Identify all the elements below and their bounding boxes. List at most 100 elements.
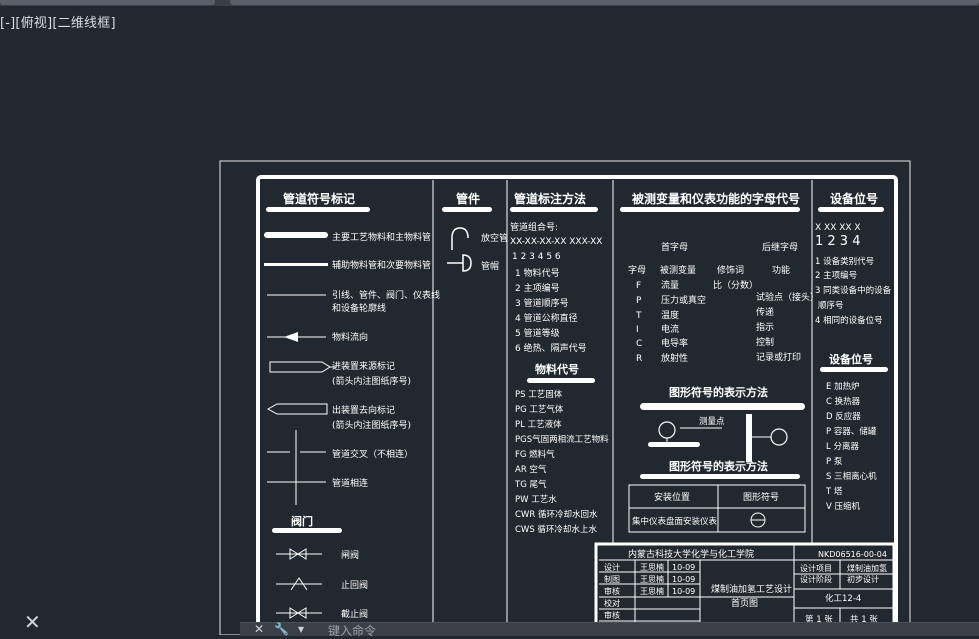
valve-label: 截止阀 xyxy=(341,608,368,620)
material-code: PW 工艺水 xyxy=(515,494,557,505)
title-block-name: 王思楠 xyxy=(640,586,664,596)
equipment-code: X XX XX X xyxy=(815,223,861,233)
equipment-tag-item: 顺序号 xyxy=(818,300,844,311)
process-line-symbol xyxy=(648,442,700,447)
svg-text:压力或真空: 压力或真空 xyxy=(661,294,706,306)
vent-pipe-icon xyxy=(451,227,469,250)
fitting-label: 管帽 xyxy=(481,260,499,272)
material-code: PGS气固两相流工艺物料 xyxy=(515,434,609,445)
letter-code-col-header: 功能 xyxy=(772,264,790,276)
title-block-role: 审核 xyxy=(604,586,620,596)
letter-code-heading: 后继字母 xyxy=(762,241,798,253)
chevron-down-icon[interactable]: ▾ xyxy=(298,622,304,636)
title-block-date: 10-09 xyxy=(672,563,695,572)
title-block-project: 煤制油加氢工艺设计 xyxy=(711,583,792,595)
equipment-code-item: T 塔 xyxy=(825,486,843,497)
header-underline xyxy=(620,207,800,212)
svg-text:流量: 流量 xyxy=(661,279,679,291)
equipment-code-item: P 容器、储罐 xyxy=(826,426,877,437)
svg-text:传递: 传递 xyxy=(756,306,774,318)
equipment-code-item: S 三相离心机 xyxy=(826,471,877,482)
title-block-role: 审核 xyxy=(604,610,620,620)
header-underline xyxy=(266,207,370,212)
pipe-symbol-label: 引线、管件、阀门、仪表线 xyxy=(332,289,440,301)
letter-code-row: R 放射性 记录或打印 xyxy=(636,351,801,364)
letter-code-col-header: 字母 xyxy=(628,264,646,276)
svg-text:试验点（接头）: 试验点（接头） xyxy=(756,291,819,303)
header-underline xyxy=(510,207,598,212)
letter-code-col-header: 被测变量 xyxy=(660,264,696,276)
install-table-cell: 集中仪表盘面安装仪表 xyxy=(632,516,718,527)
main-pipe-line-symbol xyxy=(264,232,328,238)
process-line-vertical xyxy=(746,414,752,462)
svg-text:温度: 温度 xyxy=(661,309,679,321)
install-table-header: 安装位置 xyxy=(654,491,690,503)
title-block-role: 校对 xyxy=(604,598,620,608)
svg-text:放射性: 放射性 xyxy=(661,352,688,364)
close-icon[interactable]: ✕ xyxy=(254,622,264,636)
header-underline xyxy=(442,207,492,212)
title-block-class: 化工12-4 xyxy=(825,593,861,604)
title-block-drawing-no: NKD06516-00-04 xyxy=(818,550,887,559)
section-title-equipment-tag: 设备位号 xyxy=(830,191,878,206)
svg-text:记录或打印: 记录或打印 xyxy=(756,351,801,363)
section-title-equipment-tag: 设备位号 xyxy=(829,352,873,366)
letter-code-row: F 流量 比（分数） xyxy=(636,279,758,291)
material-code: CWS 循环冷却水上水 xyxy=(515,524,597,535)
section-title-fittings: 管件 xyxy=(456,191,480,206)
section-title-graphic-symbol: 图形符号的表示方法 xyxy=(669,385,768,399)
flow-arrow-icon xyxy=(284,332,298,342)
section-title-valves: 阀门 xyxy=(291,514,313,528)
section-title-graphic-symbol: 图形符号的表示方法 xyxy=(669,459,768,473)
header-underline xyxy=(818,207,884,212)
fitting-label: 放空管 xyxy=(481,232,508,244)
notation-text: XX-XX-XX-XX XXX-XX xyxy=(510,237,602,247)
svg-text:P: P xyxy=(636,296,642,306)
header-underline xyxy=(640,474,800,479)
svg-text:I: I xyxy=(636,325,639,335)
pipe-symbol-label: 物料流向 xyxy=(332,331,368,343)
title-block-date: 10-09 xyxy=(672,587,695,596)
material-code: PG 工艺气体 xyxy=(515,404,564,415)
svg-text:R: R xyxy=(636,354,642,364)
notation-item: 3 管道顺序号 xyxy=(515,297,569,309)
instrument-bubble-icon xyxy=(770,428,788,446)
pipe-symbol-label: 出装置去向标记 xyxy=(332,404,395,416)
equipment-tag-item: 4 相同的设备位号 xyxy=(815,315,883,326)
svg-text:控制: 控制 xyxy=(756,336,774,348)
pipe-symbol-label: 进装置来源标记 xyxy=(332,360,395,372)
equipment-code-item: D 反应器 xyxy=(826,411,861,422)
wrench-icon[interactable]: 🔧 xyxy=(274,622,289,636)
title-block-date: 10-09 xyxy=(672,575,695,584)
close-icon[interactable]: ✕ xyxy=(24,612,41,632)
svg-text:F: F xyxy=(636,281,641,291)
notation-digits: 1 2 3 4 5 6 xyxy=(512,252,561,262)
material-code: CWR 循环冷却水回水 xyxy=(515,509,598,520)
svg-text:比（分数）: 比（分数） xyxy=(713,279,758,291)
letter-code-heading: 首字母 xyxy=(661,241,688,253)
section-title-pipe-notation: 管道标注方法 xyxy=(514,191,586,206)
pipe-symbol-label: 管道交叉（不相连） xyxy=(332,448,413,460)
section-title-pipe-symbol: 管道符号标记 xyxy=(283,191,355,206)
material-code: AR 空气 xyxy=(515,464,547,475)
notation-item: 2 主项编号 xyxy=(515,282,560,294)
drawing-canvas[interactable]: 管道符号标记 管件 管道标注方法 被测变量和仪表功能的字母代号 设备位号 主要工… xyxy=(0,0,979,635)
material-code: PL 工艺液体 xyxy=(515,419,562,430)
valve-label: 闸阀 xyxy=(341,550,359,561)
letter-code-col-header: 修饰词 xyxy=(717,264,744,276)
section-title-measured-variable: 被测变量和仪表功能的字母代号 xyxy=(632,191,800,206)
svg-text:T: T xyxy=(635,311,642,321)
notation-item: 1 物料代号 xyxy=(515,267,560,279)
title-block-school: 内蒙古科技大学化学与化工学院 xyxy=(628,548,754,560)
command-input[interactable]: 键入命令 xyxy=(328,622,376,639)
title-block-label: 设计项目 xyxy=(800,563,832,573)
instrument-bubble-icon xyxy=(658,421,676,439)
header-underline xyxy=(527,378,595,383)
letter-code-row: I 电流 指示 xyxy=(636,321,774,335)
install-table-header: 图形符号 xyxy=(743,491,779,503)
command-line[interactable]: ✕ 🔧 ▾ 键入命令 xyxy=(240,622,979,639)
pipe-symbol-label: 主要工艺物料和主物料管 xyxy=(332,231,431,243)
title-block-role: 制图 xyxy=(604,574,620,584)
title-block-role: 设计 xyxy=(604,562,620,572)
title-block-name: 王思楠 xyxy=(640,574,664,584)
